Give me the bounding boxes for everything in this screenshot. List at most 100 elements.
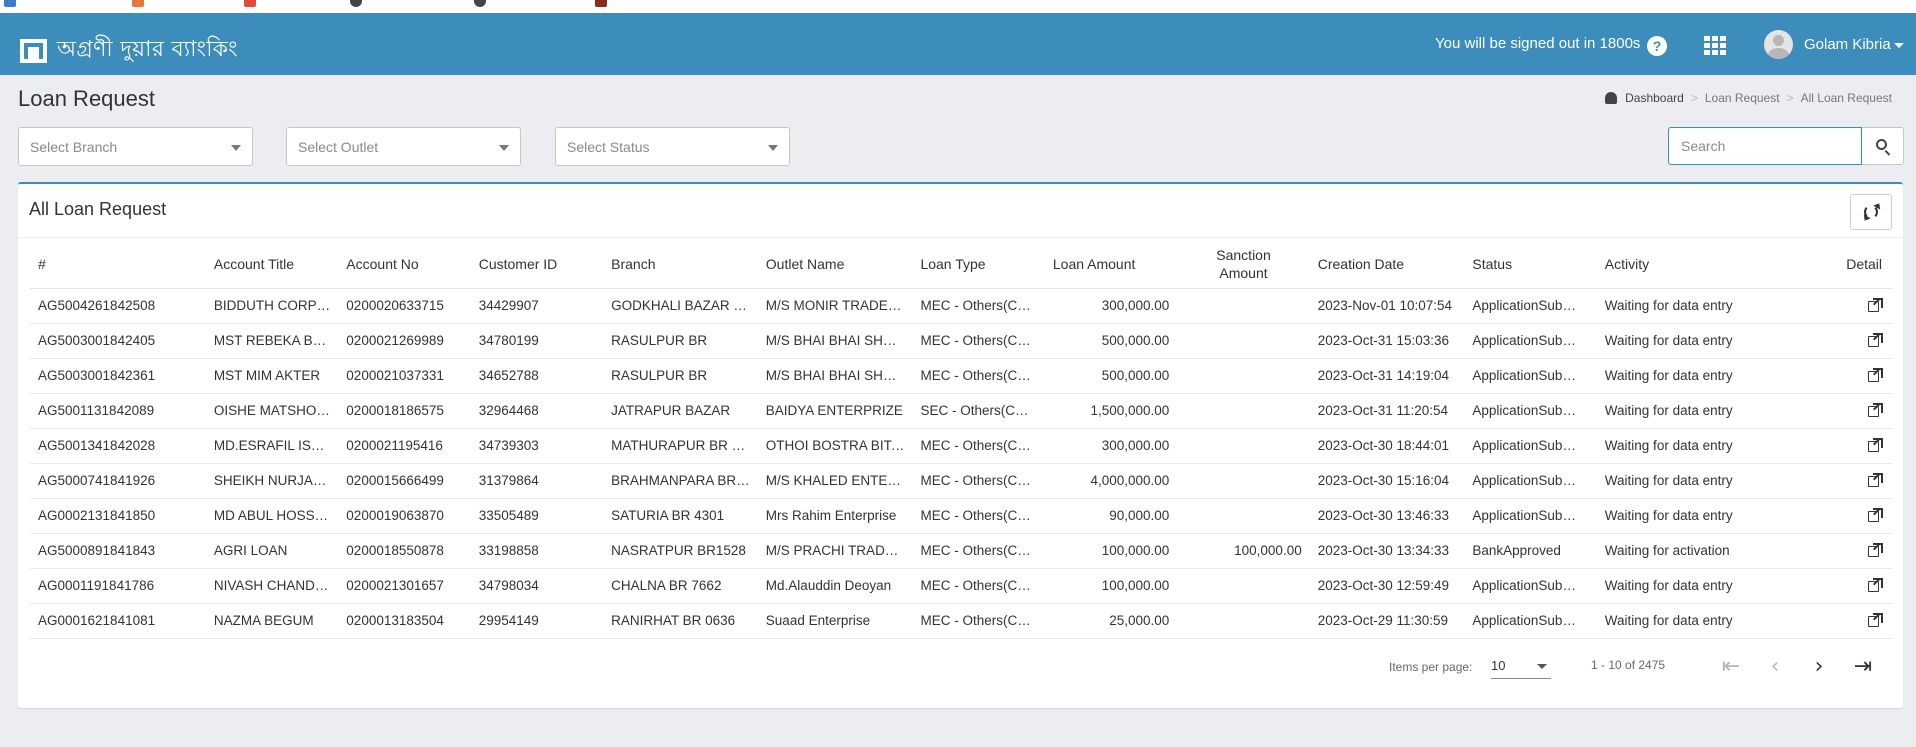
last-page-button[interactable]: ⇥ [1848,652,1878,682]
breadcrumb-current: All Loan Request [1800,91,1892,105]
card-title: All Loan Request [29,199,167,219]
table-row[interactable]: AG5004261842508 BIDDUTH CORP… 020002063371… [30,288,1892,324]
table-cell: ApplicationSub… [1464,428,1597,464]
external-link-icon[interactable] [1868,402,1883,417]
bookmark-item[interactable] [474,0,492,8]
page-range-label: 1 - 10 of 2475 [1591,658,1666,672]
bookmark-icon [4,0,16,7]
table-cell: 0200013183504 [338,603,471,639]
table-cell: MST REBEKA BE… [205,323,339,359]
table-row[interactable]: AG0002131841850 MD ABUL HOSS… 020001906387… [30,498,1892,534]
table-cell: 0200020633715 [338,288,471,324]
table-row[interactable]: AG5003001842361 MST MIM AKTER 020002103733… [30,358,1892,394]
user-name[interactable]: Golam Kibria [1804,36,1891,53]
table-cell: M/S BHAI BHAI SHO… [757,323,913,359]
column-header: Customer ID [470,240,604,289]
bookmark-item[interactable] [132,0,150,8]
table-cell: 2023-Oct-31 11:20:54 [1309,393,1465,429]
next-page-button[interactable]: › [1804,652,1834,682]
chevron-down-icon[interactable] [1894,43,1904,48]
external-link-icon[interactable] [1868,437,1883,452]
loan-request-card: All Loan Request # Account Title Account… [18,182,1903,708]
breadcrumb-loan-request[interactable]: Loan Request [1705,91,1780,105]
breadcrumb-dashboard[interactable]: Dashboard [1625,91,1684,105]
table-cell: 0200018186575 [338,393,471,429]
table-body: AG5004261842508 BIDDUTH CORP… 020002063371… [30,288,1892,639]
table-cell: BIDDUTH CORP… [205,288,339,324]
bookmark-item[interactable] [350,0,368,8]
outlet-select[interactable]: Select Outlet [286,127,521,166]
table-cell: SEC - Others(CC… [912,393,1045,429]
search-icon [1876,139,1887,150]
table-cell: GODKHALI BAZAR … [603,288,758,324]
detail-cell [1787,288,1892,324]
help-icon[interactable]: ? [1647,36,1667,56]
table-cell: M/S MONIR TRADERS [757,288,913,324]
table-cell: MATHURAPUR BR 2… [603,428,758,464]
branch-select[interactable]: Select Branch [18,127,253,166]
external-link-icon[interactable] [1868,612,1883,627]
page-title: Loan Request [18,86,155,111]
table-cell: MEC - Others(CC… [912,428,1045,464]
table-row[interactable]: AG5000891841843 AGRI LOAN 0200018550878 331… [30,533,1892,569]
external-link-icon[interactable] [1868,332,1883,347]
table-cell: AG5001341842028 [30,428,206,464]
table-cell: OISHE MATSHO … [205,393,339,429]
table-cell: MEC - Others(CC… [912,568,1045,604]
first-page-button[interactable]: ⇤ [1716,652,1746,682]
external-link-icon[interactable] [1868,297,1883,312]
branch-select-placeholder: Select Branch [30,139,118,155]
table-row[interactable]: AG0001191841786 NIVASH CHAND… 020002130165… [30,568,1892,604]
items-per-page-label: Items per page: [1389,660,1473,674]
table-header-row: # Account Title Account No Customer ID B… [30,240,1892,289]
bookmark-item[interactable] [244,0,262,8]
table-cell: MEC - Others(CC… [912,323,1045,359]
external-link-icon[interactable] [1868,542,1883,557]
table-row[interactable]: AG5000741841926 SHEIKH NURJA… 020001566649… [30,463,1892,499]
table-row[interactable]: AG5001341842028 MD.ESRAFIL ISLAM 020002119… [30,428,1892,464]
bookmark-item[interactable] [595,0,613,8]
table-row[interactable]: AG5003001842405 MST REBEKA BE… 02000212699… [30,323,1892,359]
bookmark-item[interactable] [4,0,22,8]
table-cell: RANIRHAT BR 0636 [603,603,758,639]
external-link-icon[interactable] [1868,367,1883,382]
column-header: # [30,240,206,289]
table-cell: 0200021037331 [338,358,471,394]
prev-page-button[interactable]: ‹ [1760,652,1790,682]
table-cell: 34739303 [470,428,604,464]
table-cell: MD.ESRAFIL ISLAM [205,428,339,464]
table-cell: AG0001191841786 [30,568,206,604]
external-link-icon[interactable] [1868,472,1883,487]
status-select[interactable]: Select Status [555,127,790,166]
table-cell: AG5001131842089 [30,393,206,429]
table-cell [1177,323,1310,359]
table-cell: MEC - Others(CC… [912,358,1045,394]
search-button[interactable] [1862,127,1904,165]
table-row[interactable]: AG5001131842089 OISHE MATSHO … 02000181865… [30,393,1892,429]
search-input[interactable] [1668,127,1862,165]
table-row[interactable]: AG0001621841081 NAZMA BEGUM 0200013183504 2… [30,603,1892,639]
table-cell: 2023-Nov-01 10:07:54 [1309,288,1465,324]
bookmark-icon [244,0,256,7]
table-cell: AGRI LOAN [205,533,339,569]
table-cell: 34429907 [470,288,604,324]
table-cell: ApplicationSub… [1464,463,1597,499]
external-link-icon[interactable] [1868,577,1883,592]
chevron-down-icon [768,145,778,151]
table-cell: 2023-Oct-30 12:59:49 [1309,568,1465,604]
table-cell: MEC - Others(CC… [912,463,1045,499]
external-link-icon[interactable] [1868,507,1883,522]
apps-grid-icon[interactable] [1704,36,1726,55]
table-cell: 0200021301657 [338,568,471,604]
avatar[interactable] [1764,30,1793,59]
refresh-button[interactable] [1850,194,1892,230]
app-logo[interactable]: অগ্রণী দুয়ার ব্যাংকিং [20,32,238,69]
column-header: Creation Date [1309,240,1465,289]
table-cell: AG5000891841843 [30,533,206,569]
items-per-page-select[interactable]: 10 [1491,655,1551,679]
table-cell: 4,000,000.00 [1044,463,1178,499]
table-cell: 0200015666499 [338,463,471,499]
dashboard-icon [1605,92,1618,104]
table-cell [1177,463,1310,499]
detail-cell [1787,393,1892,429]
